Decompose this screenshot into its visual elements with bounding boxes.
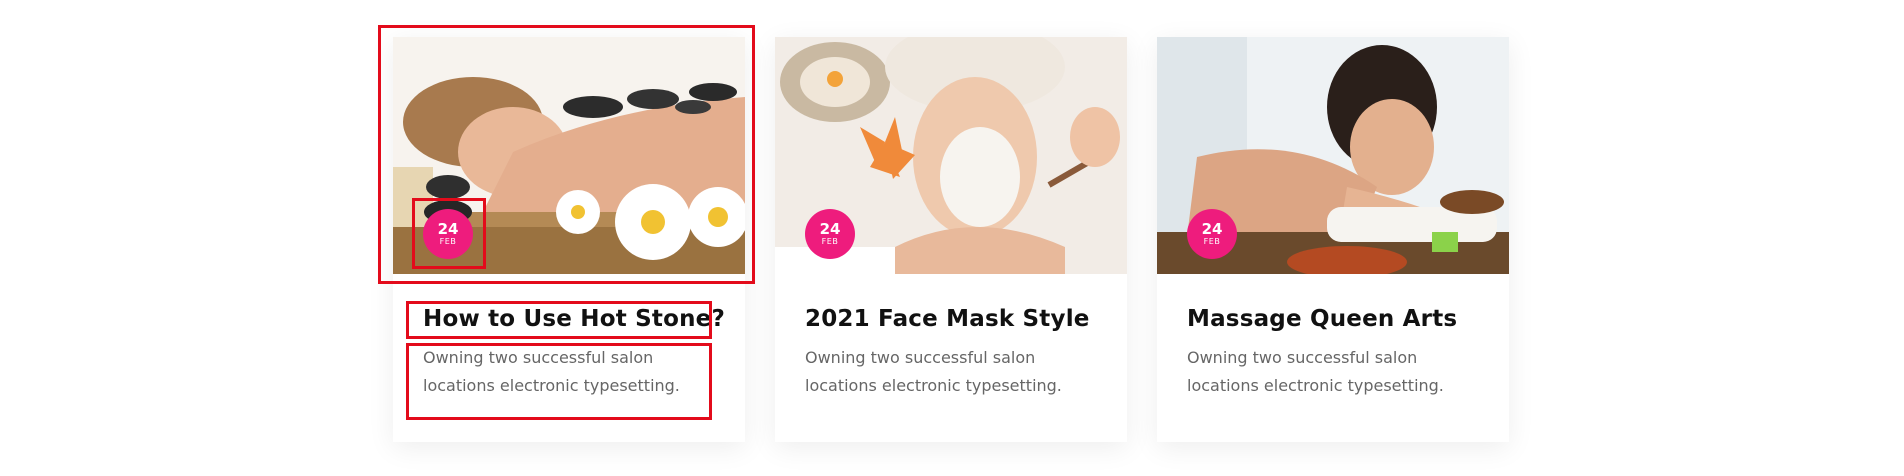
date-month: FEB (439, 237, 457, 246)
blog-card-title[interactable]: Massage Queen Arts (1187, 306, 1479, 332)
blog-card-title[interactable]: 2021 Face Mask Style (805, 306, 1097, 332)
date-day: 24 (819, 220, 841, 238)
blog-card-excerpt: Owning two successful salon locations el… (1187, 348, 1444, 395)
blog-card-image[interactable]: 24 FEB (393, 37, 745, 274)
date-month: FEB (1203, 237, 1221, 246)
blog-card-image[interactable]: 24 FEB (775, 37, 1127, 274)
blog-card-row: 24 FEB How to Use Hot Stone? Owning two … (393, 37, 1509, 442)
date-badge: 24 FEB (423, 209, 473, 259)
date-month: FEB (821, 237, 839, 246)
blog-card: 24 FEB How to Use Hot Stone? Owning two … (393, 37, 745, 442)
blog-card-title[interactable]: How to Use Hot Stone? (423, 306, 725, 332)
date-day: 24 (1201, 220, 1223, 238)
blog-card: 24 FEB Massage Queen Arts Owning two suc… (1157, 37, 1509, 442)
blog-card-image[interactable]: 24 FEB (1157, 37, 1509, 274)
blog-card-body: How to Use Hot Stone? Owning two success… (393, 274, 745, 400)
date-badge: 24 FEB (805, 209, 855, 259)
blog-card-body: Massage Queen Arts Owning two successful… (1157, 274, 1509, 400)
blog-card-excerpt: Owning two successful salon locations el… (805, 348, 1062, 395)
blog-card-excerpt: Owning two successful salon locations el… (423, 348, 680, 395)
date-day: 24 (437, 220, 459, 238)
blog-card-body: 2021 Face Mask Style Owning two successf… (775, 274, 1127, 400)
date-badge: 24 FEB (1187, 209, 1237, 259)
blog-card: 24 FEB 2021 Face Mask Style Owning two s… (775, 37, 1127, 442)
